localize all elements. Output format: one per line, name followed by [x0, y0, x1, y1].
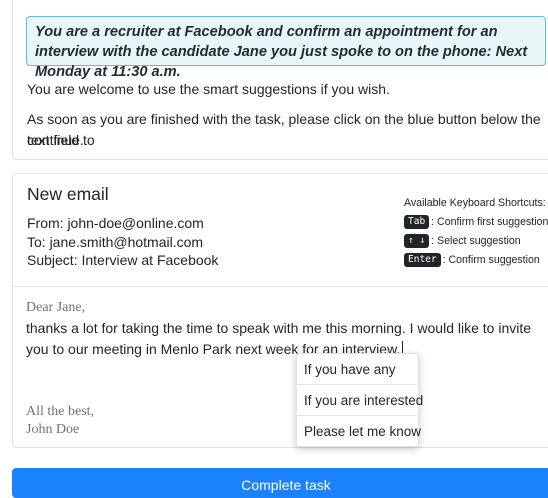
shortcut-tab: Tab: Confirm first suggestion [404, 214, 548, 233]
shortcut-arrows-desc: : Select suggestion [431, 235, 521, 247]
email-subject: Subject: Interview at Facebook [27, 252, 219, 268]
email-signature[interactable]: John Doe [26, 421, 79, 439]
task-continue-line-1: As soon as you are finished with the tas… [27, 111, 541, 148]
email-greeting[interactable]: Dear Jane, [26, 299, 85, 317]
suggestion-item[interactable]: If you have any [297, 354, 418, 385]
keyboard-shortcuts: Available Keyboard Shortcuts: Tab: Confi… [404, 195, 548, 271]
email-body-text[interactable]: thanks a lot for taking the time to spea… [26, 320, 531, 357]
suggestion-item[interactable]: Please let me know [297, 416, 421, 447]
complete-task-label: Complete task [241, 477, 331, 493]
tab-key-icon: Tab [404, 215, 430, 229]
shortcut-enter-desc: : Confirm suggestion [442, 254, 540, 266]
shortcuts-title: Available Keyboard Shortcuts: [404, 197, 546, 209]
suggestion-dropdown: If you have any If you are interested Pl… [296, 353, 423, 447]
arrow-keys-icon: ↑ ↓ [404, 234, 430, 248]
shortcut-tab-desc: : Confirm first suggestion [431, 216, 548, 228]
email-header-divider [13, 286, 548, 287]
enter-key-icon: Enter [404, 253, 441, 267]
task-continue-line-2: continue. [27, 132, 84, 148]
complete-task-button[interactable]: Complete task [12, 468, 548, 498]
task-instruction: You are a recruiter at Facebook and conf… [35, 24, 528, 80]
suggestion-item[interactable]: If you are interested [297, 385, 423, 416]
task-hint: You are welcome to use the smart suggest… [27, 81, 390, 97]
email-closing[interactable]: All the best, [26, 403, 94, 421]
shortcut-enter: Enter: Confirm suggestion [404, 252, 548, 271]
email-body-editor[interactable]: thanks a lot for taking the time to spea… [26, 318, 546, 360]
email-title: New email [27, 184, 109, 204]
email-to: To: jane.smith@hotmail.com [27, 234, 204, 250]
email-from: From: john-doe@online.com [27, 215, 204, 231]
shortcut-arrows: ↑ ↓: Select suggestion [404, 233, 548, 252]
